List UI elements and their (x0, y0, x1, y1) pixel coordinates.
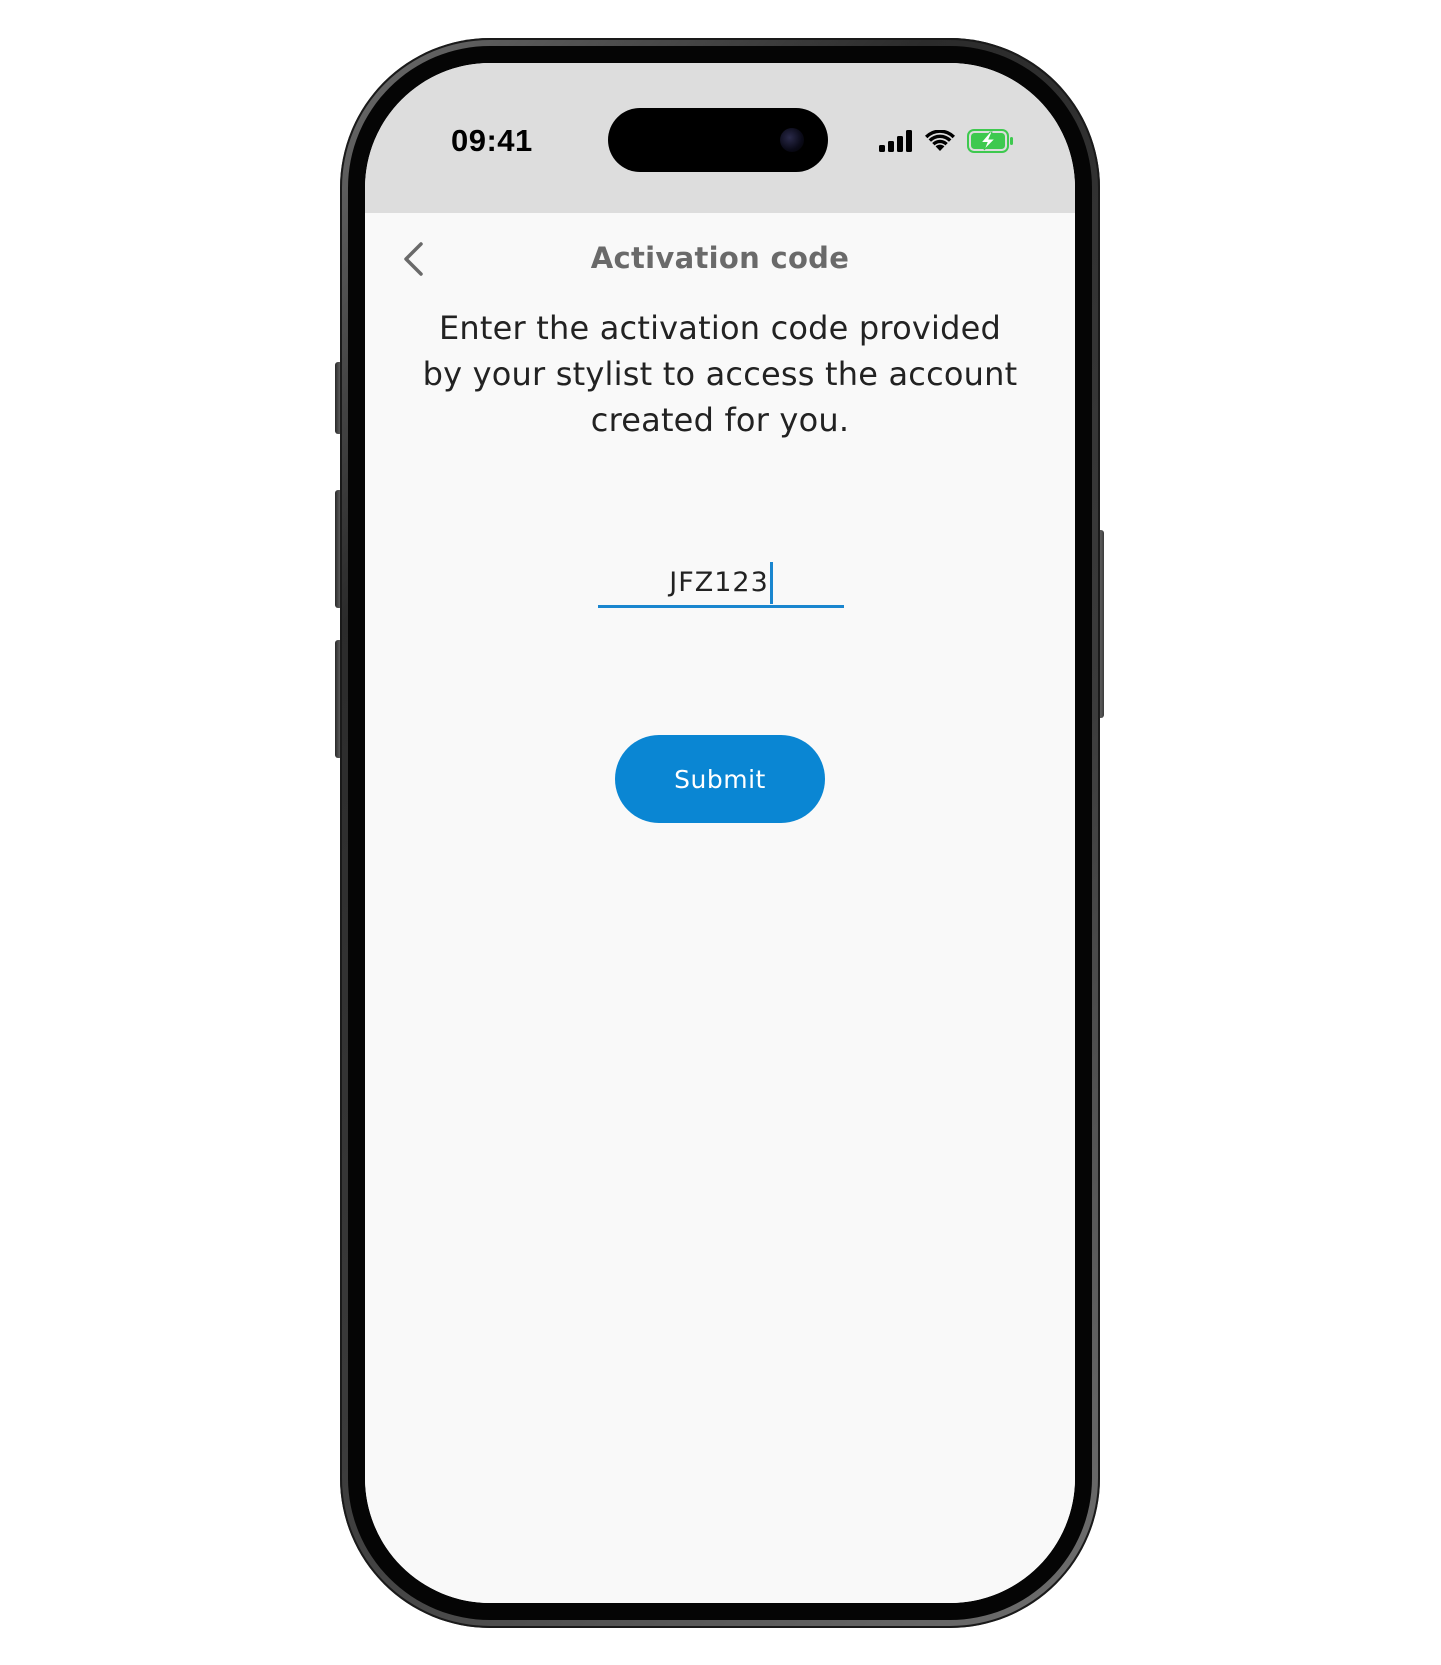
activation-code-value: JFZ123 (669, 567, 769, 598)
instruction-text: Enter the activation code provided by yo… (422, 309, 1018, 439)
status-bar: 09:41 (365, 63, 1075, 213)
device-mockup: 09:41 Activation code Enter the activati… (0, 0, 1441, 1665)
submit-button[interactable]: Submit (615, 735, 825, 823)
dynamic-island (608, 108, 828, 172)
phone-frame: 09:41 Activation code Enter the activati… (340, 38, 1100, 1628)
phone-screen: 09:41 Activation code Enter the activati… (365, 63, 1075, 1603)
wifi-icon (925, 129, 955, 156)
page-title: Activation code (590, 241, 850, 275)
text-cursor (769, 561, 773, 604)
phone-bezel: 09:41 Activation code Enter the activati… (348, 46, 1092, 1620)
status-icons (879, 129, 1015, 157)
activation-code-input[interactable]: JFZ123 (598, 560, 844, 608)
activation-screen: Activation code Enter the activation cod… (365, 213, 1075, 1603)
front-camera (780, 128, 804, 152)
cellular-signal-icon (879, 130, 913, 156)
battery-charging-icon (967, 129, 1015, 157)
status-time: 09:41 (451, 123, 533, 158)
